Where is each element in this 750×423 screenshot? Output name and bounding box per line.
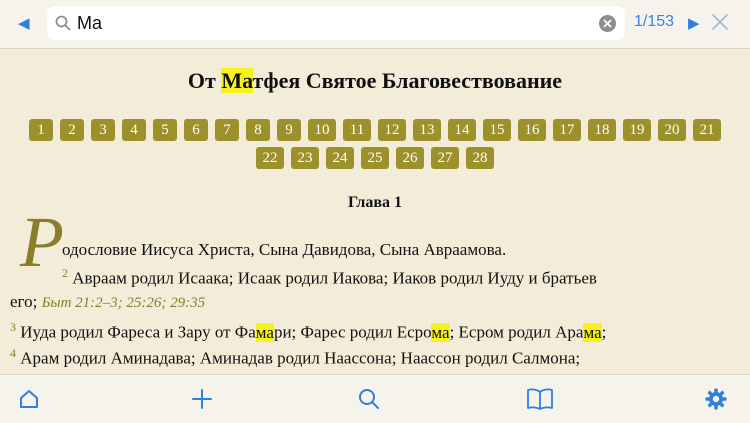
search-icon[interactable] <box>357 387 381 411</box>
book-icon[interactable] <box>526 387 554 411</box>
search-highlight: ма <box>583 322 602 342</box>
verse-3: 3 Иуда родил Фареса и Зару от Фамари; Фа… <box>10 320 606 343</box>
search-result-counter: 1/153 <box>634 13 675 30</box>
verse-4: 4 Арам родил Аминадава; Аминадав родил Н… <box>10 346 580 369</box>
verse-text: ри; Фарес родил Есро <box>273 322 432 342</box>
chapter-button-25[interactable]: 25 <box>361 147 389 169</box>
chapter-heading: Глава 1 <box>348 194 402 211</box>
chapter-button-26[interactable]: 26 <box>396 147 424 169</box>
chapter-button-24[interactable]: 24 <box>326 147 354 169</box>
chapter-button-15[interactable]: 15 <box>483 119 511 141</box>
home-icon[interactable] <box>17 387 41 411</box>
chapter-button-14[interactable]: 14 <box>448 119 476 141</box>
book-title-part: тфея Святое Благовествование <box>252 68 563 93</box>
chapter-button-11[interactable]: 11 <box>343 119 371 141</box>
search-highlight: ма <box>255 322 274 342</box>
chapter-button-7[interactable]: 7 <box>215 119 239 141</box>
chapter-button-16[interactable]: 16 <box>518 119 546 141</box>
book-title-part: От <box>187 68 222 93</box>
gear-icon[interactable] <box>704 387 728 411</box>
chapter-button-4[interactable]: 4 <box>122 119 146 141</box>
chapter-button-19[interactable]: 19 <box>623 119 651 141</box>
chapter-row: 22 23 24 25 26 27 28 <box>10 147 740 169</box>
chapter-button-27[interactable]: 27 <box>431 147 459 169</box>
chapter-button-23[interactable]: 23 <box>291 147 319 169</box>
chapter-button-2[interactable]: 2 <box>60 119 84 141</box>
search-highlight: ма <box>431 322 450 342</box>
cross-reference-link[interactable]: Быт 21:2–3; 25:26; 29:35 <box>42 295 206 311</box>
chapter-button-9[interactable]: 9 <box>277 119 301 141</box>
chapter-button-6[interactable]: 6 <box>184 119 208 141</box>
verse-text: его; <box>10 292 42 311</box>
chapter-button-3[interactable]: 3 <box>91 119 115 141</box>
next-result-button[interactable]: ▶ <box>688 14 700 32</box>
verse-text: ; Есром родил Ара <box>449 322 584 342</box>
verse-1: одословие Иисуса Христа, Сына Давидова, … <box>62 240 506 260</box>
verse-text: Авраам родил Исаака; Исаак родил Иакова;… <box>68 268 597 288</box>
plus-icon[interactable] <box>190 387 214 411</box>
verse-text: Иуда родил Фареса и Зару от Фа <box>16 322 256 342</box>
search-input[interactable] <box>77 10 597 36</box>
chapter-button-28[interactable]: 28 <box>466 147 494 169</box>
chapter-button-10[interactable]: 10 <box>308 119 336 141</box>
drop-cap-letter: Р <box>20 202 64 282</box>
chapter-button-5[interactable]: 5 <box>153 119 177 141</box>
verse-text: ; <box>601 322 607 342</box>
search-field[interactable] <box>47 6 625 40</box>
chapter-button-18[interactable]: 18 <box>588 119 616 141</box>
verse-text: Арам родил Аминадава; Аминадав родил Наа… <box>16 348 581 368</box>
chapter-button-13[interactable]: 13 <box>413 119 441 141</box>
chapter-button-1[interactable]: 1 <box>29 119 53 141</box>
verse-2-continuation: его; Быт 21:2–3; 25:26; 29:35 <box>10 292 205 312</box>
search-toolbar: ◀ 1/153 ▶ <box>0 0 750 49</box>
book-title: От Матфея Святое Благовествование <box>0 68 750 94</box>
chapter-navigation: 1 2 3 4 5 6 7 8 9 10 11 12 13 14 15 16 17 18 19 20 21 22 23 24… <box>10 119 740 175</box>
verse-2: 2 Авраам родил Исаака; Исаак родил Иаков… <box>62 266 597 289</box>
chapter-button-17[interactable]: 17 <box>553 119 581 141</box>
chapter-button-8[interactable]: 8 <box>246 119 270 141</box>
chapter-button-21[interactable]: 21 <box>693 119 721 141</box>
search-icon <box>55 15 71 31</box>
close-icon[interactable] <box>711 13 729 31</box>
previous-result-button[interactable]: ◀ <box>18 14 32 32</box>
chapter-row: 1 2 3 4 5 6 7 8 9 10 11 12 13 14 15 16 17 18 19 20 21 <box>10 119 740 141</box>
bottom-toolbar <box>0 374 750 423</box>
search-highlight: Ма <box>221 68 253 93</box>
chapter-button-22[interactable]: 22 <box>256 147 284 169</box>
verse-text: одословие Иисуса Христа, Сына Давидова, … <box>62 240 507 259</box>
chapter-button-20[interactable]: 20 <box>658 119 686 141</box>
clear-search-icon[interactable] <box>599 15 616 32</box>
chapter-button-12[interactable]: 12 <box>378 119 406 141</box>
